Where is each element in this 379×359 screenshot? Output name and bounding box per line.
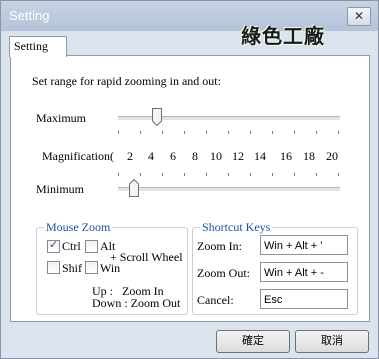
close-icon: ✕ [353,9,365,23]
minimum-tick [316,173,317,176]
magnification-label: Magnification( [42,149,114,163]
ok-button[interactable]: 確定 [216,330,290,353]
cancel-shortcut-label: Cancel: [197,293,234,307]
minimum-tick [184,173,185,176]
minimum-tick [250,173,251,176]
zoom-out-shortcut-field[interactable]: Win + Alt + - [260,262,348,282]
minimum-tick [338,173,339,176]
mouse-zoom-title: Mouse Zoom [44,220,113,235]
window-title: Setting [9,8,50,23]
magnification-value: 12 [232,149,244,163]
zoom-in-label: Zoom In: [197,239,242,253]
minimum-tick [206,173,207,176]
minimum-label: Minimum [36,182,85,196]
magnification-value: 2 [127,149,133,163]
zoom-out-label: Zoom Out: [197,266,250,280]
maximum-label: Maximum [36,111,86,125]
shift-label: Shif [62,261,83,275]
maximum-tick [184,131,185,134]
maximum-tick [140,131,141,134]
minimum-slider-thumb[interactable] [129,179,139,197]
minimum-tick [162,173,163,176]
maximum-tick [272,131,273,134]
win-label: Win [100,261,121,275]
maximum-tick [338,131,339,134]
maximum-tick [250,131,251,134]
close-button[interactable]: ✕ [347,7,371,26]
minimum-tick [294,173,295,176]
zoom-out-hint: Down : Zoom Out [92,296,181,310]
zoom-in-shortcut-field[interactable]: Win + Alt + ' [260,235,348,255]
shortcut-keys-title: Shortcut Keys [200,220,273,235]
ctrl-label: Ctrl [62,239,81,253]
settings-panel: Set range for rapid zooming in and out: … [10,55,370,322]
shift-checkbox[interactable] [47,261,60,274]
cancel-shortcut-field[interactable]: Esc [260,289,348,309]
win-checkbox[interactable] [85,261,98,274]
maximum-tick [206,131,207,134]
maximum-slider-thumb[interactable] [152,108,162,126]
settings-window: Setting ✕ 綠色工廠 Setting Set range for rap… [0,0,379,359]
magnification-value: 4 [148,149,154,163]
minimum-tick [118,173,119,176]
magnification-value: 10 [210,149,222,163]
magnification-value: 14 [254,149,266,163]
maximum-tick [294,131,295,134]
minimum-slider-track [118,187,340,192]
ctrl-checkbox[interactable] [47,238,60,253]
instructions-text: Set range for rapid zooming in and out: [32,74,221,88]
brand-logo: 綠色工廠 [241,24,325,48]
maximum-tick [118,131,119,134]
minimum-tick [140,173,141,176]
cancel-button[interactable]: 取消 [295,330,369,353]
maximum-tick [316,131,317,134]
alt-checkbox[interactable] [85,240,98,253]
magnification-value: 6 [170,149,176,163]
magnification-value: 8 [192,149,198,163]
minimum-tick [228,173,229,176]
maximum-tick [162,131,163,134]
magnification-value: 16 [280,149,292,163]
minimum-tick [272,173,273,176]
scroll-wheel-text: + Scroll Wheel [110,250,183,264]
magnification-value: 20 [326,149,338,163]
magnification-value: 18 [303,149,315,163]
maximum-tick [228,131,229,134]
tab-setting[interactable]: Setting [9,36,67,57]
